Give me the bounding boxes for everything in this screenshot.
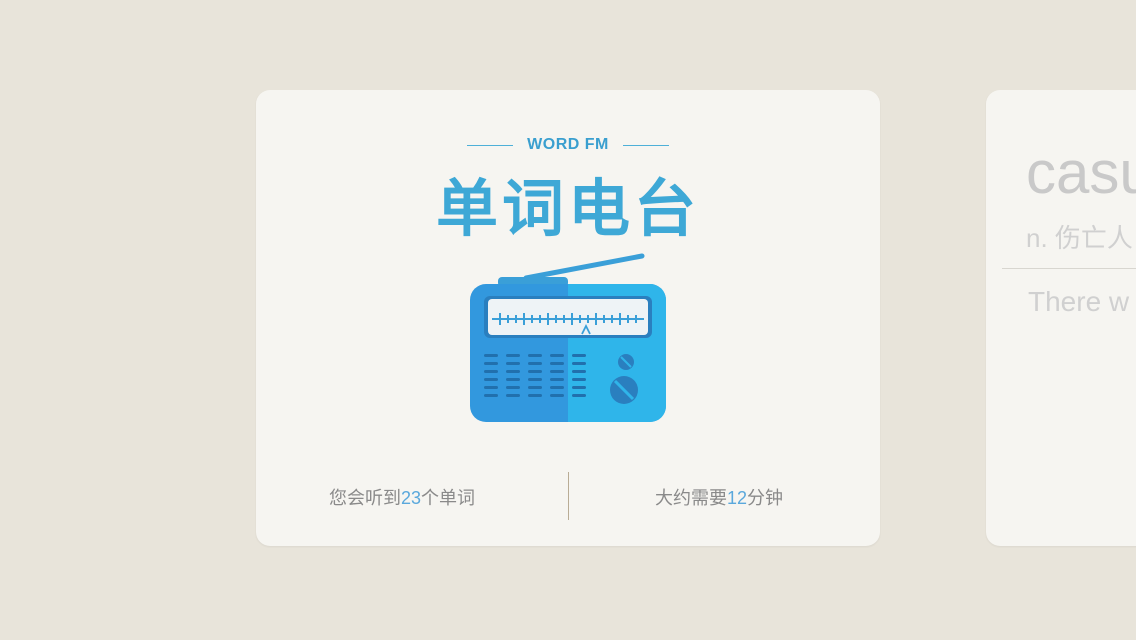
word-count-stat: 您会听到23个单词 (329, 484, 475, 510)
duration-prefix: 大约需要 (655, 488, 727, 508)
word-count-value: 23 (401, 488, 422, 508)
next-word-definition: n. 伤亡人 (1026, 223, 1133, 253)
word-fm-card[interactable]: WORD FM 单词电台 您会听到23个单词 大约需要12分钟 (256, 90, 880, 546)
divider-line-left (467, 144, 514, 146)
card-title: 单词电台 (435, 175, 700, 244)
duration-value: 12 (727, 488, 748, 508)
duration-suffix: 分钟 (747, 488, 784, 508)
word-count-suffix: 个单词 (421, 488, 476, 508)
next-card-divider (1002, 268, 1136, 269)
next-word-card[interactable]: casu n. 伤亡人 There w (986, 90, 1136, 546)
duration-stat: 大约需要12分钟 (655, 484, 783, 510)
card-footer: 您会听到23个单词 大约需要12分钟 (256, 472, 880, 520)
divider-line-right (622, 144, 669, 146)
stats-divider (568, 472, 569, 520)
card-subtitle: WORD FM (527, 136, 609, 153)
word-fm-label: WORD FM (256, 136, 880, 154)
next-word-example: There w (1028, 286, 1130, 317)
radio-icon (470, 253, 666, 422)
next-word: casu (1026, 139, 1136, 206)
word-count-prefix: 您会听到 (329, 488, 401, 508)
